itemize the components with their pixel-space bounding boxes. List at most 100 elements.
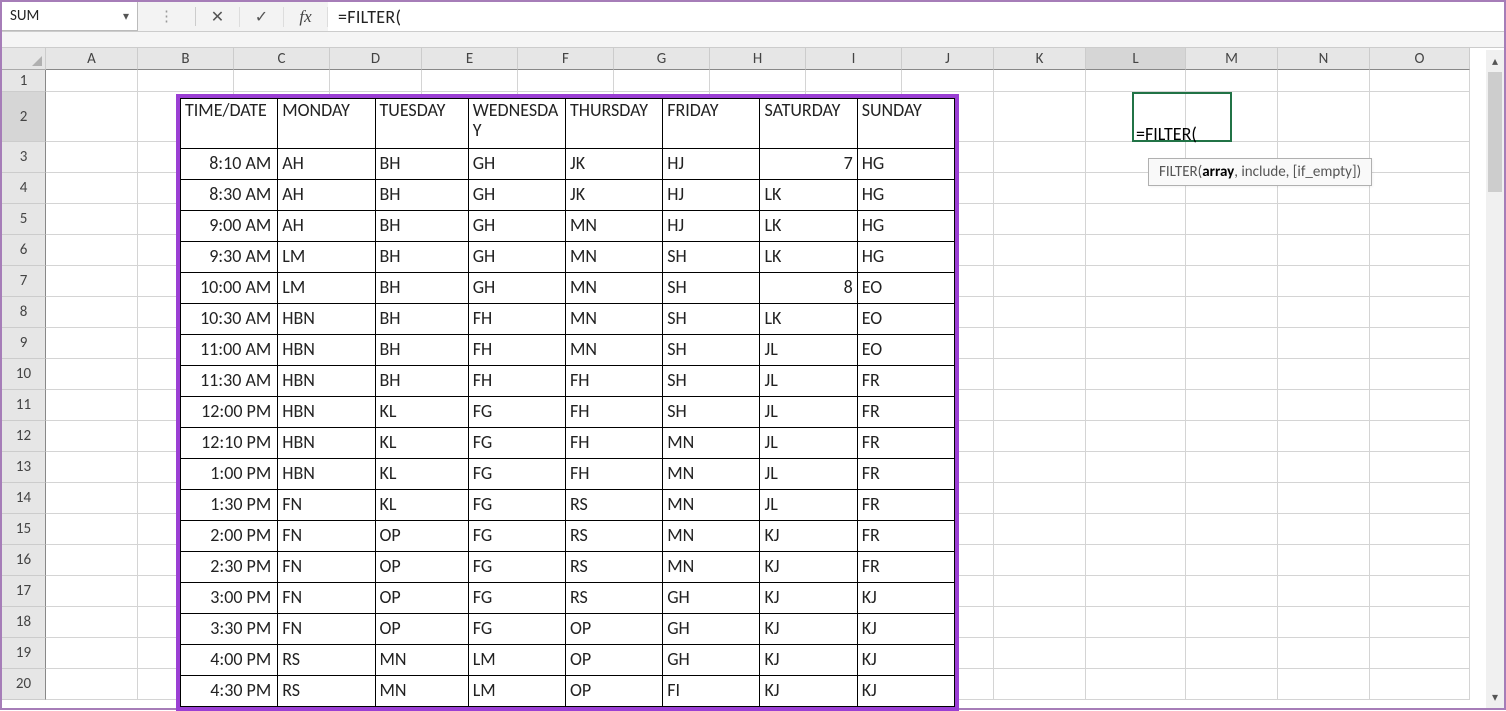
table-cell[interactable]: SH [663,335,760,366]
table-cell[interactable]: SH [663,304,760,335]
col-header-F[interactable]: F [518,48,614,70]
schedule-table[interactable]: TIME/DATEMONDAYTUESDAYWEDNESDAYTHURSDAYF… [176,94,959,711]
table-cell[interactable]: MN [565,273,662,304]
cell-N12[interactable] [1278,421,1370,452]
row-header-1[interactable]: 1 [2,70,46,92]
cell-K12[interactable] [994,421,1086,452]
cell-O6[interactable] [1370,235,1470,266]
cell-O17[interactable] [1370,576,1470,607]
cell-O4[interactable] [1370,173,1470,204]
cell-A4[interactable] [46,173,138,204]
table-cell[interactable]: RS [278,676,375,707]
table-cell[interactable]: FH [565,459,662,490]
row-header-17[interactable]: 17 [2,576,46,607]
cell-K17[interactable] [994,576,1086,607]
cell-K18[interactable] [994,607,1086,638]
table-cell[interactable]: EO [857,273,954,304]
cell-I1[interactable] [806,70,902,92]
cell-L16[interactable] [1086,545,1186,576]
table-cell[interactable]: FG [468,521,565,552]
table-cell[interactable]: RS [565,552,662,583]
table-cell[interactable]: SH [663,397,760,428]
name-box[interactable]: SUM ▾ [2,2,138,31]
table-cell[interactable]: FG [468,490,565,521]
table-cell[interactable]: JL [760,397,857,428]
table-cell[interactable]: KL [375,428,468,459]
row-header-19[interactable]: 19 [2,638,46,669]
cell-M12[interactable] [1186,421,1278,452]
cell-J1[interactable] [902,70,994,92]
table-cell[interactable]: LM [278,242,375,273]
table-cell[interactable]: FG [468,583,565,614]
row-header-14[interactable]: 14 [2,483,46,514]
table-cell[interactable]: FR [857,366,954,397]
table-cell[interactable]: KJ [760,676,857,707]
function-tooltip[interactable]: FILTER(array, include, [if_empty]) [1148,158,1372,186]
table-cell[interactable]: MN [663,428,760,459]
table-cell[interactable]: 12:10 PM [181,428,278,459]
cell-O20[interactable] [1370,669,1470,700]
table-cell[interactable]: JL [760,335,857,366]
cell-O16[interactable] [1370,545,1470,576]
scroll-up-icon[interactable]: ▴ [1486,52,1504,70]
cell-O12[interactable] [1370,421,1470,452]
cell-M2[interactable] [1186,92,1278,142]
table-cell[interactable]: KJ [857,676,954,707]
cell-A14[interactable] [46,483,138,514]
table-cell[interactable]: LK [760,304,857,335]
table-cell[interactable]: BH [375,304,468,335]
table-cell[interactable]: GH [468,211,565,242]
cell-L13[interactable] [1086,452,1186,483]
col-header-I[interactable]: I [806,48,902,70]
table-cell[interactable]: HBN [278,428,375,459]
table-cell[interactable]: 10:30 AM [181,304,278,335]
table-cell[interactable]: FH [565,366,662,397]
table-cell[interactable]: OP [565,614,662,645]
table-cell[interactable]: OP [375,614,468,645]
table-cell[interactable]: RS [565,583,662,614]
table-cell[interactable]: LM [278,273,375,304]
cell-L8[interactable] [1086,297,1186,328]
table-cell[interactable]: JL [760,428,857,459]
cell-N19[interactable] [1278,638,1370,669]
table-header-cell[interactable]: THURSDAY [565,99,662,149]
table-cell[interactable]: FG [468,397,565,428]
row-header-6[interactable]: 6 [2,235,46,266]
table-header-cell[interactable]: TIME/DATE [181,99,278,149]
cell-L12[interactable] [1086,421,1186,452]
table-cell[interactable]: HJ [663,180,760,211]
table-cell[interactable]: 12:00 PM [181,397,278,428]
row-header-7[interactable]: 7 [2,266,46,297]
table-cell[interactable]: FN [278,490,375,521]
table-cell[interactable]: 11:00 AM [181,335,278,366]
cell-K1[interactable] [994,70,1086,92]
cell-M1[interactable] [1186,70,1278,92]
row-header-3[interactable]: 3 [2,142,46,173]
row-header-11[interactable]: 11 [2,390,46,421]
cell-A1[interactable] [46,70,138,92]
table-cell[interactable]: FN [278,614,375,645]
cell-N13[interactable] [1278,452,1370,483]
table-cell[interactable]: RS [565,521,662,552]
cell-N1[interactable] [1278,70,1370,92]
col-header-B[interactable]: B [138,48,234,70]
table-cell[interactable]: 1:00 PM [181,459,278,490]
table-cell[interactable]: GH [468,273,565,304]
cell-O13[interactable] [1370,452,1470,483]
cell-A13[interactable] [46,452,138,483]
table-cell[interactable]: SH [663,273,760,304]
cell-N14[interactable] [1278,483,1370,514]
table-cell[interactable]: 2:00 PM [181,521,278,552]
cell-K20[interactable] [994,669,1086,700]
row-header-12[interactable]: 12 [2,421,46,452]
table-cell[interactable]: KL [375,490,468,521]
table-cell[interactable]: FG [468,614,565,645]
table-cell[interactable]: MN [565,242,662,273]
table-header-cell[interactable]: MONDAY [278,99,375,149]
cell-M8[interactable] [1186,297,1278,328]
table-cell[interactable]: MN [375,645,468,676]
row-header-20[interactable]: 20 [2,669,46,700]
table-cell[interactable]: HBN [278,397,375,428]
cell-M20[interactable] [1186,669,1278,700]
table-header-cell[interactable]: SATURDAY [760,99,857,149]
